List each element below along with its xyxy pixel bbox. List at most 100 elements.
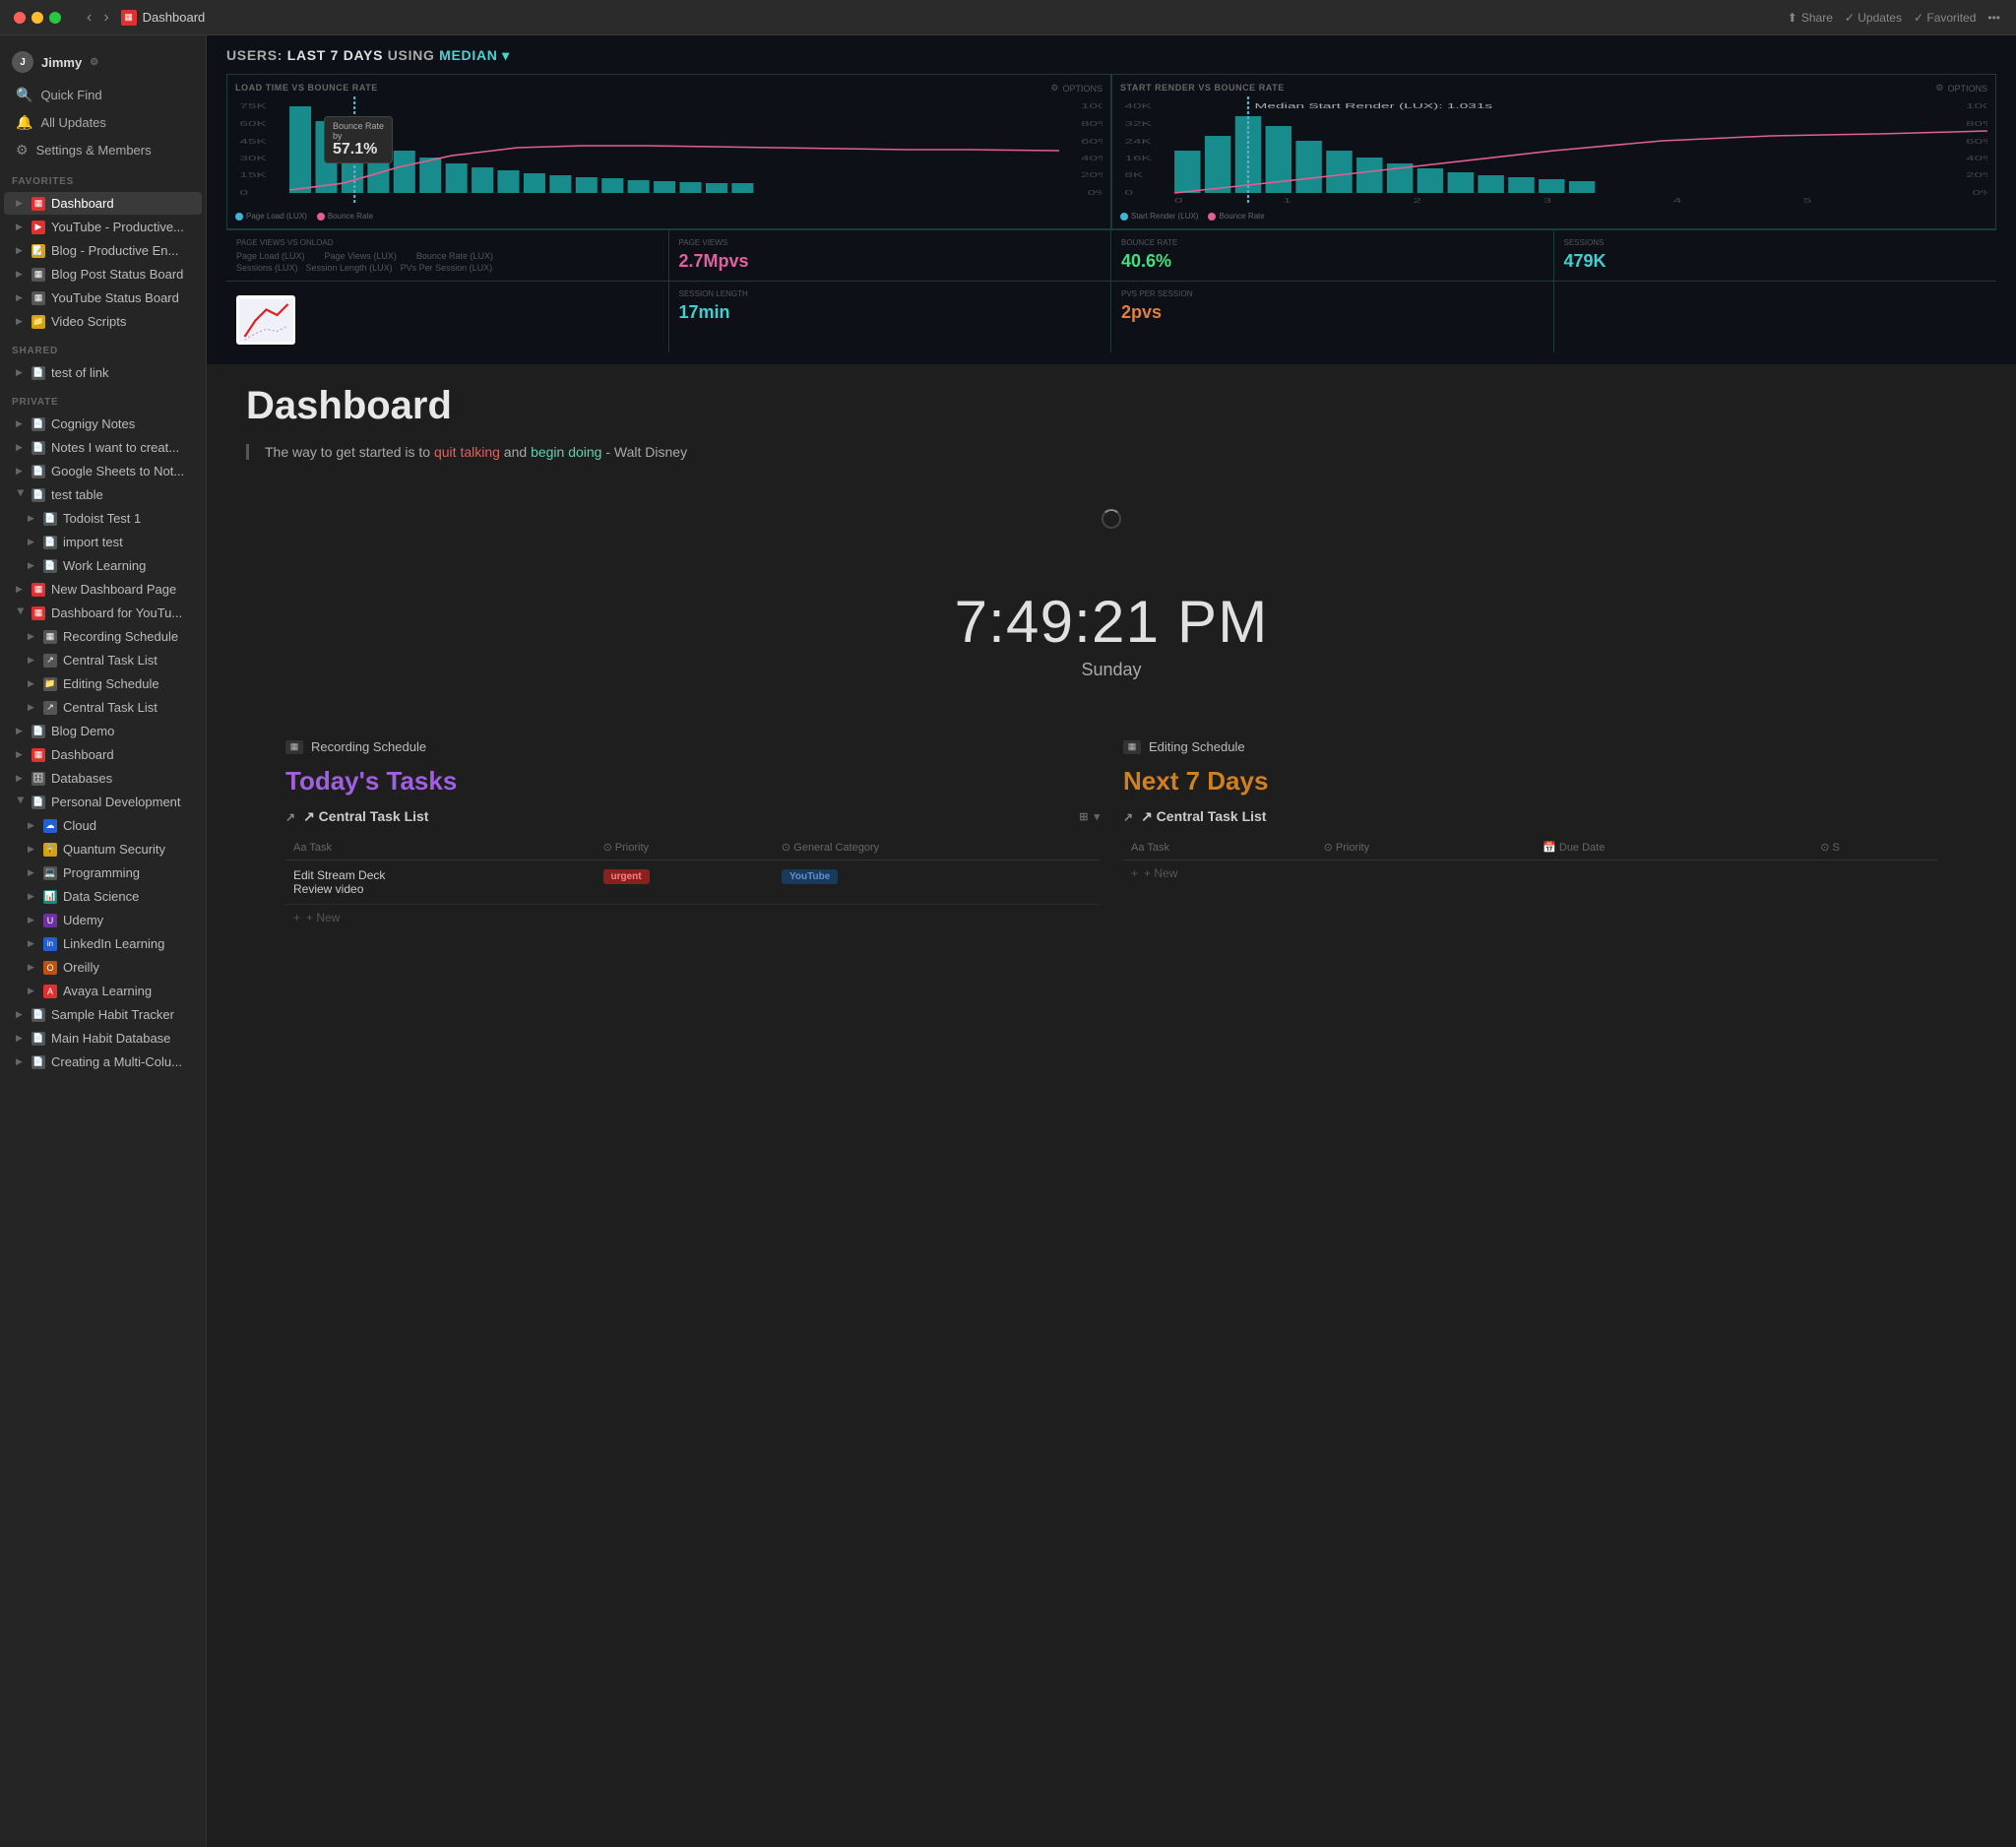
sidebar-item-todoist-test[interactable]: ▶ 📄 Todoist Test 1 bbox=[4, 507, 202, 530]
task-col-label-right: Task bbox=[1147, 842, 1169, 854]
sidebar-item-editing-schedule[interactable]: ▶ 📁 Editing Schedule bbox=[4, 672, 202, 695]
new-task-row-right[interactable]: + + New bbox=[1123, 860, 1937, 886]
chart-panel-load-time: LOAD TIME VS BOUNCE RATE ⚙ OPTIONS 75K 6… bbox=[226, 74, 1111, 229]
sidebar-item-editing-label: Editing Schedule bbox=[63, 676, 159, 691]
maximize-button[interactable] bbox=[49, 12, 61, 24]
sidebar-item-import-test[interactable]: ▶ 📄 import test bbox=[4, 531, 202, 553]
sidebar-item-central-task-2[interactable]: ▶ ↗ Central Task List bbox=[4, 696, 202, 719]
sidebar-item-recording-schedule[interactable]: ▶ ▦ Recording Schedule bbox=[4, 625, 202, 648]
svg-text:32K: 32K bbox=[1124, 120, 1151, 128]
sidebar-item-all-updates[interactable]: 🔔 All Updates bbox=[4, 109, 202, 136]
sidebar-item-dashboard-label: Dashboard bbox=[51, 196, 114, 211]
sidebar-item-avaya-label: Avaya Learning bbox=[63, 984, 152, 998]
sidebar-item-blog-post-status[interactable]: ▶ ▦ Blog Post Status Board bbox=[4, 263, 202, 286]
chart-options-2[interactable]: ⚙ OPTIONS bbox=[1935, 83, 1987, 94]
sidebar-item-dashboard-youtube[interactable]: ▶ ▦ Dashboard for YouTu... bbox=[4, 602, 202, 624]
favorited-button[interactable]: ✓ Favorited bbox=[1914, 11, 1976, 25]
sidebar-item-cloud[interactable]: ▶ ☁ Cloud bbox=[4, 814, 202, 837]
task-list-arrow-icon-right: ↗ bbox=[1123, 810, 1133, 824]
sidebar-item-youtube-status[interactable]: ▶ ▦ YouTube Status Board bbox=[4, 287, 202, 309]
chart-options-1[interactable]: ⚙ OPTIONS bbox=[1050, 83, 1102, 94]
close-button[interactable] bbox=[14, 12, 26, 24]
metric-br-value: 40.6% bbox=[1121, 251, 1544, 272]
sidebar-item-programming[interactable]: ▶ 💻 Programming bbox=[4, 861, 202, 884]
sidebar-item-cognigy-notes[interactable]: ▶ 📄 Cognigy Notes bbox=[4, 413, 202, 435]
sidebar-item-quantum-security[interactable]: ▶ 🔒 Quantum Security bbox=[4, 838, 202, 860]
sidebar-item-quick-find[interactable]: 🔍 Quick Find bbox=[4, 82, 202, 108]
table-view-icon[interactable]: ⊞ bbox=[1079, 810, 1088, 823]
sidebar-item-google-sheets[interactable]: ▶ 📄 Google Sheets to Not... bbox=[4, 460, 202, 482]
sidebar-user[interactable]: J Jimmy ⚙ bbox=[0, 43, 206, 81]
task-col-header-task-right: Aa Task bbox=[1123, 835, 1316, 860]
editing-schedule-link[interactable]: ▦ Editing Schedule bbox=[1123, 739, 1937, 754]
sidebar-item-main-habit-db[interactable]: ▶ 📄 Main Habit Database bbox=[4, 1027, 202, 1050]
sidebar-item-import-test-label: import test bbox=[63, 535, 123, 549]
avaya-icon: A bbox=[43, 985, 57, 998]
forward-button[interactable]: › bbox=[99, 7, 112, 29]
legend-item-1-page-load: Page Load (LUX) bbox=[235, 212, 307, 221]
expand-arrow: ▶ bbox=[16, 773, 26, 784]
table-row[interactable]: Edit Stream DeckReview video urgent YouT… bbox=[285, 860, 1100, 905]
favorites-section-label: FAVORITES bbox=[0, 164, 206, 191]
sidebar-item-blog-post-label: Blog Post Status Board bbox=[51, 267, 183, 282]
sidebar-item-sample-habit[interactable]: ▶ 📄 Sample Habit Tracker bbox=[4, 1003, 202, 1026]
sidebar-item-dashboard-2[interactable]: ▶ ▦ Dashboard bbox=[4, 743, 202, 766]
svg-text:40%: 40% bbox=[1966, 155, 1987, 162]
expand-arrow: ▶ bbox=[16, 367, 26, 378]
legend-dot-page-load bbox=[235, 213, 243, 221]
quote-before: The way to get started is to bbox=[265, 444, 434, 460]
sidebar-item-blog[interactable]: ▶ 📝 Blog - Productive En... bbox=[4, 239, 202, 262]
svg-text:4: 4 bbox=[1673, 197, 1682, 205]
new-label-right: + New bbox=[1144, 866, 1177, 880]
metrics-row-2: SESSION LENGTH 17min PVS PER SESSION 2pv… bbox=[226, 281, 1996, 352]
sidebar-item-data-science[interactable]: ▶ 📊 Data Science bbox=[4, 885, 202, 908]
updates-button[interactable]: ✓ Updates bbox=[1845, 11, 1902, 25]
minimize-button[interactable] bbox=[32, 12, 43, 24]
new-task-row-left[interactable]: + + New bbox=[285, 905, 1100, 930]
sidebar-item-linkedin-learning[interactable]: ▶ in LinkedIn Learning bbox=[4, 932, 202, 955]
blog-post-icon: ▦ bbox=[32, 268, 45, 282]
options-label-1: OPTIONS bbox=[1062, 84, 1102, 94]
sidebar-item-test-table-label: test table bbox=[51, 487, 103, 502]
recording-schedule-link[interactable]: ▦ Recording Schedule bbox=[285, 739, 1100, 754]
dropdown-arrow-icon[interactable]: ▾ bbox=[1094, 810, 1100, 823]
metric-empty-4 bbox=[1554, 282, 1997, 352]
sidebar-item-central-task-1[interactable]: ▶ ↗ Central Task List bbox=[4, 649, 202, 671]
priority-col-label-right: Priority bbox=[1336, 842, 1369, 854]
analytics-title-label: USERS: bbox=[226, 47, 287, 63]
legend-label-bounce-2: Bounce Rate bbox=[1219, 212, 1264, 221]
sidebar-item-oreilly[interactable]: ▶ O Oreilly bbox=[4, 956, 202, 979]
sidebar-item-dashboard[interactable]: ▶ ▦ Dashboard bbox=[4, 192, 202, 215]
task-col-header-task: Aa Task bbox=[285, 835, 596, 860]
cognigy-icon: 📄 bbox=[32, 417, 45, 431]
dashboard-icon: ▦ bbox=[32, 197, 45, 211]
sidebar-item-creating-multi[interactable]: ▶ 📄 Creating a Multi-Colu... bbox=[4, 1051, 202, 1073]
titlebar-app-icon: ▦ bbox=[121, 10, 137, 26]
sidebar-item-test-link[interactable]: ▶ 📄 test of link bbox=[4, 361, 202, 384]
sidebar-item-udemy[interactable]: ▶ U Udemy bbox=[4, 909, 202, 931]
tooltip-value: 57.1% bbox=[333, 141, 384, 159]
updates-label: ✓ Updates bbox=[1845, 11, 1902, 25]
back-button[interactable]: ‹ bbox=[83, 7, 95, 29]
expand-arrow: ▶ bbox=[28, 891, 37, 902]
video-scripts-icon: 📁 bbox=[32, 315, 45, 329]
main-content: USERS: LAST 7 DAYS USING MEDIAN ▾ LOAD T… bbox=[207, 0, 2016, 1847]
legend-dot-start-render bbox=[1120, 213, 1128, 221]
metric-load-label: PAGE VIEWS VS ONLOAD bbox=[236, 238, 659, 247]
sidebar-item-blog-demo[interactable]: ▶ 📄 Blog Demo bbox=[4, 720, 202, 742]
expand-arrow: ▶ bbox=[16, 1056, 26, 1067]
sidebar-item-notes-create[interactable]: ▶ 📄 Notes I want to creat... bbox=[4, 436, 202, 459]
more-options-button[interactable]: ••• bbox=[1987, 11, 2000, 25]
sidebar-item-new-dashboard[interactable]: ▶ ▦ New Dashboard Page bbox=[4, 578, 202, 601]
share-button[interactable]: ⬆ Share bbox=[1788, 11, 1833, 25]
sidebar-item-avaya-learning[interactable]: ▶ A Avaya Learning bbox=[4, 980, 202, 1002]
svg-text:5: 5 bbox=[1803, 197, 1812, 205]
sidebar-item-youtube[interactable]: ▶ ▶ YouTube - Productive... bbox=[4, 216, 202, 238]
sidebar-item-databases[interactable]: ▶ 🗄 Databases bbox=[4, 767, 202, 790]
sidebar-item-work-learning[interactable]: ▶ 📄 Work Learning bbox=[4, 554, 202, 577]
sidebar-item-personal-dev[interactable]: ▶ 📄 Personal Development bbox=[4, 791, 202, 813]
sidebar-item-settings[interactable]: ⚙ Settings & Members bbox=[4, 137, 202, 163]
sidebar-item-notes-create-label: Notes I want to creat... bbox=[51, 440, 179, 455]
sidebar-item-test-table[interactable]: ▶ 📄 test table bbox=[4, 483, 202, 506]
sidebar-item-video-scripts[interactable]: ▶ 📁 Video Scripts bbox=[4, 310, 202, 333]
